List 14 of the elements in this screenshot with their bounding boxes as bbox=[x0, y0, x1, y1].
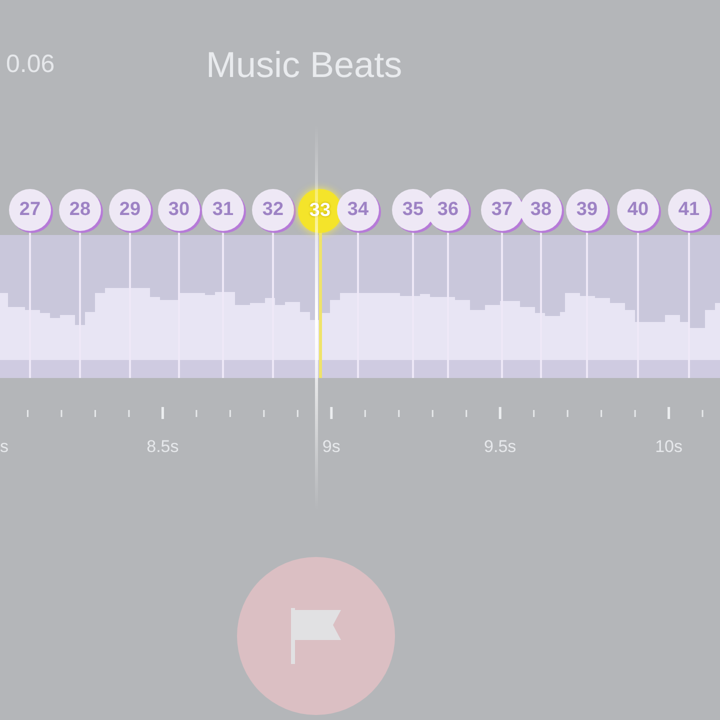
beat-marker[interactable]: 38 bbox=[520, 189, 562, 231]
beat-marker[interactable]: 28 bbox=[59, 189, 101, 231]
beat-marker[interactable]: 27 bbox=[9, 189, 51, 231]
flag-icon bbox=[291, 608, 341, 664]
beat-marker[interactable]: 32 bbox=[252, 189, 294, 231]
beat-marker[interactable]: 41 bbox=[668, 189, 710, 231]
beat-marker[interactable]: 34 bbox=[337, 189, 379, 231]
beat-marker[interactable]: 30 bbox=[158, 189, 200, 231]
beat-marker[interactable]: 40 bbox=[617, 189, 659, 231]
beat-marker[interactable]: 35 bbox=[392, 189, 434, 231]
beat-marker[interactable]: 31 bbox=[202, 189, 244, 231]
beat-marker[interactable]: 37 bbox=[481, 189, 523, 231]
beat-marker[interactable]: 29 bbox=[109, 189, 151, 231]
beat-marker[interactable]: 39 bbox=[566, 189, 608, 231]
